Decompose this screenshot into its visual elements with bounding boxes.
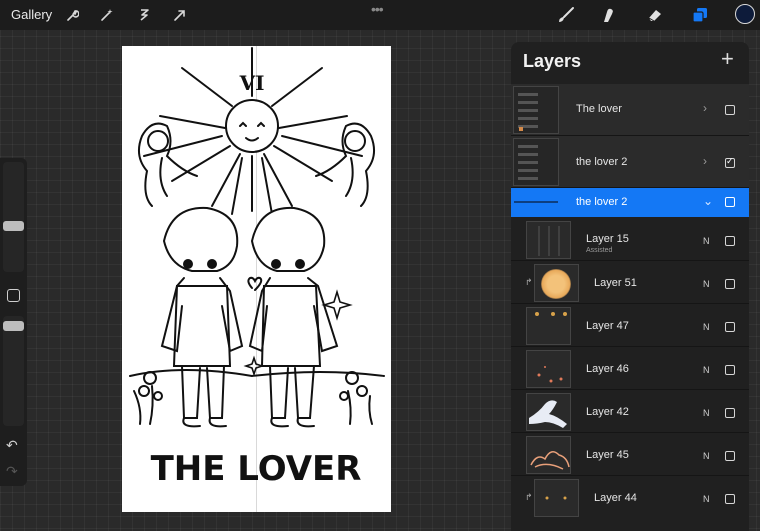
modify-button[interactable]	[7, 289, 20, 302]
drawing-canvas[interactable]: VI THE LOVER	[122, 46, 391, 512]
layer-name: Layer 47	[586, 320, 629, 332]
blend-mode[interactable]: N	[703, 322, 710, 332]
layer-row[interactable]: ↱ Layer 44 N	[511, 476, 749, 519]
layer-thumbnail	[526, 350, 571, 388]
blend-mode[interactable]: N	[703, 279, 710, 289]
card-title: THE LOVER	[151, 449, 362, 489]
layer-row[interactable]: Layer 46 N	[511, 347, 749, 390]
opacity-thumb[interactable]	[3, 321, 24, 331]
layer-visibility-checkbox[interactable]	[725, 279, 735, 289]
layer-thumbnail	[526, 307, 571, 345]
card-numeral: VI	[239, 71, 265, 95]
layer-visibility-checkbox[interactable]	[725, 322, 735, 332]
blend-mode[interactable]: N	[703, 236, 710, 246]
layer-sub-label: Assisted	[586, 247, 613, 254]
blend-mode[interactable]: N	[703, 494, 710, 504]
layer-thumbnail	[514, 201, 558, 203]
layer-thumbnail	[534, 479, 579, 517]
chevron-down-icon[interactable]: ⌄	[703, 194, 713, 208]
brush-size-slider[interactable]	[3, 162, 24, 272]
layer-visibility-checkbox[interactable]	[725, 408, 735, 418]
add-layer-button[interactable]: +	[721, 48, 734, 70]
color-picker-button[interactable]	[735, 4, 755, 24]
layer-name: Layer 44	[594, 492, 637, 504]
selection-icon[interactable]	[134, 5, 154, 25]
tarot-illustration: VI THE LOVER	[129, 47, 385, 489]
opacity-slider[interactable]	[3, 316, 24, 426]
layers-icon[interactable]	[690, 5, 710, 25]
layer-visibility-checkbox[interactable]	[725, 494, 735, 504]
eraser-icon[interactable]	[645, 5, 665, 25]
layers-title: Layers	[523, 51, 582, 71]
layer-row[interactable]: Layer 47 N	[511, 304, 749, 347]
layer-name: Layer 46	[586, 363, 629, 375]
blend-mode[interactable]: N	[703, 451, 710, 461]
chevron-right-icon[interactable]: ›	[703, 101, 707, 115]
layer-row[interactable]: Layer 42 N	[511, 390, 749, 433]
layer-name: the lover 2	[576, 156, 628, 168]
undo-icon[interactable]: ↶	[6, 437, 18, 454]
brush-size-thumb[interactable]	[3, 221, 24, 231]
magic-wand-icon[interactable]	[97, 5, 117, 25]
layer-visibility-checkbox[interactable]	[725, 105, 735, 115]
layer-name: Layer 51	[594, 277, 637, 289]
wrench-icon[interactable]	[62, 5, 82, 25]
layer-visibility-checkbox[interactable]	[725, 365, 735, 375]
layer-visibility-checkbox[interactable]	[725, 197, 735, 207]
transform-arrow-icon[interactable]	[170, 5, 190, 25]
layers-panel: Layers + The lover › the lover 2 › the l…	[511, 42, 749, 531]
layer-visibility-checkbox[interactable]	[725, 451, 735, 461]
blend-mode[interactable]: N	[703, 408, 710, 418]
layer-thumbnail	[526, 436, 571, 474]
gallery-button[interactable]: Gallery	[11, 7, 52, 22]
layer-name: The lover	[576, 103, 622, 115]
layer-visibility-checkbox[interactable]	[725, 236, 735, 246]
chevron-right-icon[interactable]: ›	[703, 154, 707, 168]
smudge-icon[interactable]	[598, 5, 618, 25]
layer-thumbnail	[526, 221, 571, 259]
layer-row[interactable]: ↱ Layer 51 N	[511, 261, 749, 304]
layer-thumbnail	[513, 138, 559, 186]
layer-name: the lover 2	[576, 196, 628, 208]
layer-row[interactable]: Layer 15 Assisted N	[511, 218, 749, 261]
layer-group-row-selected[interactable]: the lover 2 ⌄	[511, 188, 749, 217]
layer-name: Layer 15	[586, 233, 629, 245]
left-sidebar: ↶ ↷	[0, 158, 27, 486]
brush-icon[interactable]	[556, 5, 576, 25]
layer-name: Layer 45	[586, 449, 629, 461]
blend-mode[interactable]: N	[703, 365, 710, 375]
layer-group-row[interactable]: The lover ›	[511, 84, 749, 136]
layer-thumbnail	[513, 86, 559, 134]
clipping-mask-icon: ↱	[525, 277, 533, 287]
redo-icon[interactable]: ↷	[6, 463, 18, 480]
layer-thumbnail	[526, 393, 571, 431]
layer-group-row[interactable]: the lover 2 ›	[511, 136, 749, 188]
layer-row[interactable]: Layer 45 N	[511, 433, 749, 476]
top-toolbar: Gallery •••	[0, 0, 760, 30]
layer-visibility-checkbox[interactable]	[725, 156, 735, 168]
clipping-mask-icon: ↱	[525, 492, 533, 502]
layer-thumbnail	[534, 264, 579, 302]
layer-name: Layer 42	[586, 406, 629, 418]
more-options-dots[interactable]: •••	[371, 1, 384, 17]
